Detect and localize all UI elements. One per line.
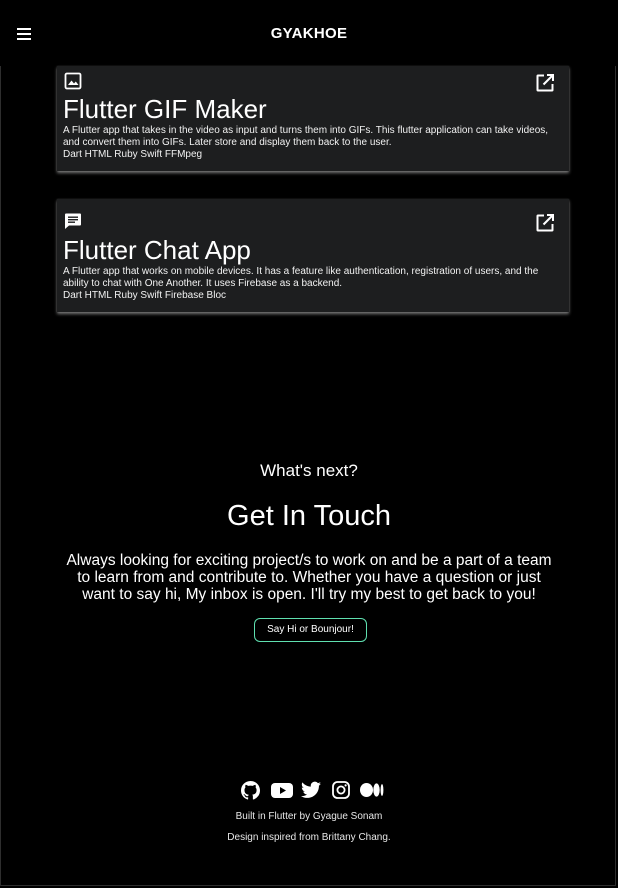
chat-icon (64, 212, 82, 230)
contact-blurb: Always looking for exciting project/s to… (66, 552, 552, 603)
project-description: A Flutter app that takes in the video as… (63, 125, 549, 148)
project-description: A Flutter app that works on mobile devic… (63, 266, 539, 289)
open-external-icon[interactable] (535, 73, 555, 93)
open-external-icon[interactable] (535, 213, 555, 233)
app-title: GYAKHOE (270, 25, 348, 42)
footer-built-by: Built in Flutter by Gyague Sonam (235, 811, 383, 822)
image-icon (64, 72, 82, 90)
medium-icon[interactable] (360, 781, 384, 801)
contact-heading: Get In Touch (227, 500, 391, 532)
twitter-icon[interactable] (301, 781, 321, 801)
section-kicker: What's next? (260, 461, 358, 480)
project-title: Flutter Chat App (63, 235, 251, 265)
youtube-icon[interactable] (271, 781, 293, 801)
footer-inspired-by: Design inspired from Brittany Chang. (227, 832, 391, 843)
say-hi-button[interactable]: Say Hi or Bounjour! (254, 618, 367, 642)
project-card-chat-app: Flutter Chat App A Flutter app that work… (57, 199, 569, 312)
project-title: Flutter GIF Maker (63, 94, 267, 124)
project-card-gif-maker: Flutter GIF Maker A Flutter app that tak… (57, 66, 569, 171)
github-icon[interactable] (241, 781, 260, 801)
project-tech-list: Dart HTML Ruby Swift FFMpeg (63, 149, 203, 160)
app-bar: GYAKHOE (0, 0, 618, 66)
project-tech-list: Dart HTML Ruby Swift Firebase Bloc (63, 290, 227, 301)
instagram-icon[interactable] (332, 781, 350, 801)
